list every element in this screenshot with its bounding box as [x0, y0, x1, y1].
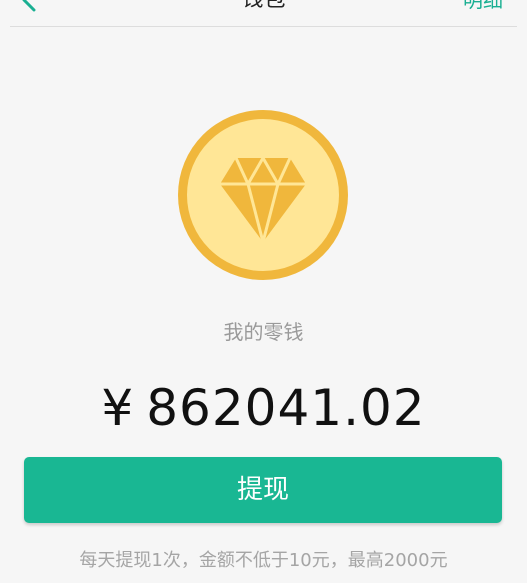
- withdraw-rule-text: 每天提现1次，金额不低于10元，最高2000元: [79, 550, 448, 571]
- details-link[interactable]: 明细: [463, 0, 503, 13]
- page-title: 钱包: [0, 0, 527, 13]
- header-divider: [10, 26, 517, 27]
- wallet-coin: [178, 110, 348, 280]
- balance-label: 我的零钱: [223, 320, 304, 344]
- withdraw-button[interactable]: 提现: [24, 457, 502, 523]
- nav-bar: 钱包 明细: [0, 0, 527, 28]
- balance-value: 862041.02: [146, 379, 426, 437]
- currency-symbol: ¥: [101, 379, 135, 437]
- balance-amount: ¥862041.02: [0, 376, 527, 440]
